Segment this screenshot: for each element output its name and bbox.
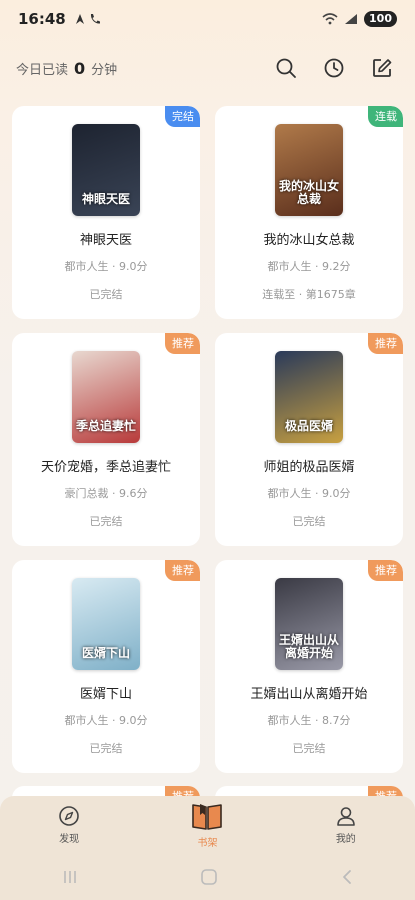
edit-icon — [373, 59, 392, 77]
home-icon[interactable] — [200, 868, 218, 886]
reading-unit: 分钟 — [91, 62, 118, 78]
header-actions — [273, 55, 399, 81]
book-status: 已完结 — [89, 515, 123, 528]
signal-icon — [345, 14, 358, 24]
book-status: 已完结 — [89, 742, 123, 755]
system-nav-bar — [0, 854, 415, 900]
book-cover: 季总追妻忙 — [72, 351, 140, 443]
book-status: 已完结 — [292, 515, 326, 528]
wifi-icon — [322, 13, 338, 25]
book-card[interactable]: 连载 我的冰山女总裁 我的冰山女总裁 都市人生 · 9.2分 连载至 · 第16… — [215, 106, 403, 319]
book-cover: 王婿出山从离婚开始 — [275, 578, 343, 670]
book-cover: 极品医婿 — [275, 351, 343, 443]
book-meta: 豪门总裁 · 9.6分 — [64, 487, 148, 500]
book-card[interactable]: 推荐 王婿出山从离婚开始 王婿出山从离婚开始 都市人生 · 8.7分 已完结 — [215, 560, 403, 773]
cover-title: 医婿下山 — [81, 646, 130, 660]
reading-stats: 今日已读 0 分钟 — [16, 59, 117, 78]
book-meta: 都市人生 · 9.2分 — [267, 260, 351, 273]
book-badge: 完结 — [165, 106, 200, 127]
nav-discover[interactable]: 发现 — [29, 805, 109, 845]
nav-label: 我的 — [335, 834, 356, 845]
cover-title: 王婿出山从离婚开始 — [278, 633, 339, 660]
book-card[interactable]: 推荐 医婿下山 医婿下山 都市人生 · 9.0分 已完结 — [12, 560, 200, 773]
compass-icon — [59, 806, 79, 826]
nav-label: 书架 — [197, 838, 218, 849]
book-badge: 连载 — [368, 106, 403, 127]
edit-button[interactable] — [369, 55, 395, 81]
book-title: 神眼天医 — [79, 233, 132, 248]
book-title: 王婿出山从离婚开始 — [250, 687, 368, 702]
book-title: 天价宠婚，季总追妻忙 — [40, 460, 171, 475]
book-cover: 神眼天医 — [72, 124, 140, 216]
book-status: 已完结 — [292, 742, 326, 755]
search-button[interactable] — [273, 55, 299, 81]
book-badge: 推荐 — [165, 333, 200, 354]
book-card[interactable]: 完结 神眼天医 神眼天医 都市人生 · 9.0分 已完结 — [12, 106, 200, 319]
search-icon — [276, 58, 296, 78]
reading-prefix: 今日已读 — [16, 62, 69, 78]
status-time: 16:48 — [18, 10, 66, 28]
cover-title: 我的冰山女总裁 — [278, 179, 339, 206]
book-meta: 都市人生 · 8.7分 — [267, 714, 351, 727]
status-right: 100 — [322, 11, 397, 27]
book-title: 师姐的极品医婿 — [263, 460, 355, 475]
location-icon — [75, 14, 84, 24]
book-card[interactable]: 推荐 极品医婿 师姐的极品医婿 都市人生 · 9.0分 已完结 — [215, 333, 403, 546]
cover-title: 极品医婿 — [284, 419, 333, 433]
book-cover: 医婿下山 — [72, 578, 140, 670]
book-icon — [192, 804, 223, 830]
book-badge: 推荐 — [368, 560, 403, 581]
nav-bookshelf[interactable]: 书架 — [167, 801, 247, 849]
book-card[interactable]: 推荐 季总追妻忙 天价宠婚，季总追妻忙 豪门总裁 · 9.6分 已完结 — [12, 333, 200, 546]
book-meta: 都市人生 · 9.0分 — [267, 487, 351, 500]
header: 今日已读 0 分钟 — [0, 48, 415, 88]
cover-title: 神眼天医 — [81, 192, 130, 206]
call-icon — [90, 14, 100, 24]
reading-minutes: 0 — [74, 58, 86, 78]
bookshelf-grid: 完结 神眼天医 神眼天医 都市人生 · 9.0分 已完结 连载 我的冰山女总裁 … — [12, 106, 403, 773]
book-status: 连载至 · 第1675章 — [262, 288, 356, 301]
book-cover: 我的冰山女总裁 — [275, 124, 343, 216]
book-badge: 推荐 — [368, 333, 403, 354]
nav-label: 发现 — [59, 834, 80, 845]
back-icon[interactable] — [340, 869, 354, 885]
book-title: 我的冰山女总裁 — [263, 233, 355, 248]
cover-title: 季总追妻忙 — [75, 419, 136, 433]
clock-icon — [324, 58, 344, 78]
status-left-icons — [74, 12, 102, 26]
book-meta: 都市人生 · 9.0分 — [64, 260, 148, 273]
person-icon — [337, 807, 355, 826]
nav-profile[interactable]: 我的 — [306, 805, 386, 845]
bottom-nav: 发现 书架 我的 — [0, 796, 415, 854]
book-status: 已完结 — [89, 288, 123, 301]
book-badge: 推荐 — [165, 560, 200, 581]
book-meta: 都市人生 · 9.0分 — [64, 714, 148, 727]
battery-indicator: 100 — [364, 11, 397, 27]
status-bar: 16:48 100 — [0, 0, 415, 38]
recent-apps-icon[interactable] — [61, 869, 79, 885]
history-button[interactable] — [321, 55, 347, 81]
book-title: 医婿下山 — [79, 687, 132, 702]
